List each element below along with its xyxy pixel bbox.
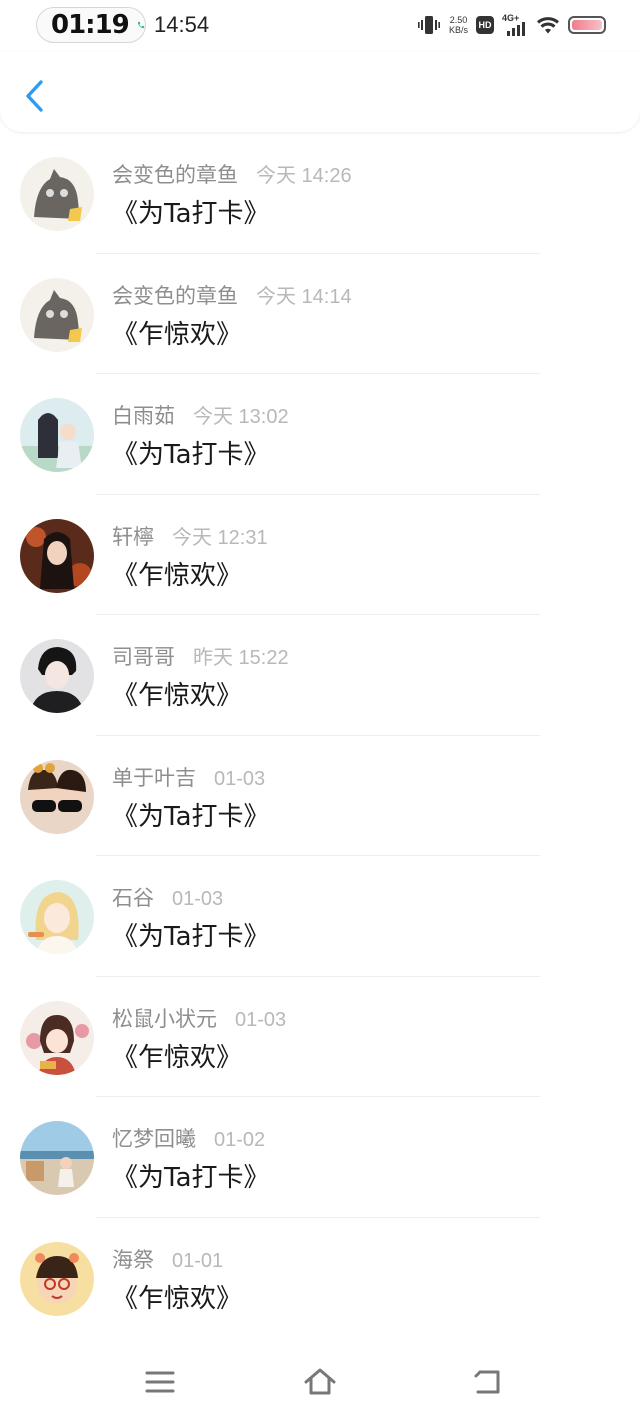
list-item[interactable]: 司哥哥 昨天 15:22 《乍惊欢》 xyxy=(0,615,640,736)
avatar[interactable] xyxy=(20,1121,94,1195)
message-time: 01-01 xyxy=(172,1249,224,1272)
message-time: 今天 13:02 xyxy=(193,406,289,428)
back-icon[interactable] xyxy=(470,1364,506,1400)
avatar[interactable] xyxy=(20,157,94,231)
sender-name: 忆梦回曦 xyxy=(112,1127,196,1151)
message-text: 《为Ta打卡》 xyxy=(112,199,270,229)
list-item[interactable]: 会变色的章鱼 今天 14:26 《为Ta打卡》 xyxy=(0,133,640,254)
message-time: 昨天 15:22 xyxy=(193,647,289,669)
list-item[interactable]: 会变色的章鱼 今天 14:14 《乍惊欢》 xyxy=(0,254,640,374)
hd-icon: HD xyxy=(476,16,494,34)
list-item[interactable]: 石谷 01-03 《为Ta打卡》 xyxy=(0,856,640,977)
menu-icon[interactable] xyxy=(142,1364,178,1400)
message-text: 《为Ta打卡》 xyxy=(112,801,270,832)
message-text: 《为Ta打卡》 xyxy=(112,922,270,952)
list-item[interactable]: 松鼠小状元 01-03 《乍惊欢》 xyxy=(0,977,640,1097)
sender-name: 海祭 xyxy=(112,1247,154,1272)
sender-name: 会变色的章鱼 xyxy=(112,163,238,187)
status-bar: 01:19 14:54 2.50 KB/s HD 4G+ xyxy=(0,0,640,52)
message-text: 《乍惊欢》 xyxy=(112,560,243,591)
avatar[interactable] xyxy=(20,518,94,593)
message-time: 01-03 xyxy=(235,1008,287,1031)
message-time: 今天 14:14 xyxy=(256,285,352,308)
message-time: 今天 12:31 xyxy=(172,526,268,549)
home-icon[interactable] xyxy=(302,1364,338,1400)
system-nav-bar xyxy=(0,1342,640,1422)
wifi-icon xyxy=(537,17,559,34)
message-time: 01-03 xyxy=(172,888,224,910)
sender-name: 白雨茹 xyxy=(112,404,175,428)
message-text: 《乍惊欢》 xyxy=(112,1042,243,1073)
avatar[interactable] xyxy=(20,639,94,713)
vibrate-icon xyxy=(417,16,440,34)
avatar[interactable] xyxy=(20,1241,94,1316)
sender-name: 单于叶吉 xyxy=(112,765,196,790)
list-item[interactable]: 海祭 01-01 《乍惊欢》 xyxy=(0,1218,640,1339)
message-time: 01-03 xyxy=(214,767,266,790)
header-bar xyxy=(0,52,640,132)
net-speed-value: 2.50 xyxy=(449,15,468,25)
call-timer-pill[interactable]: 01:19 xyxy=(36,7,146,43)
system-icons: 2.50 KB/s HD 4G+ xyxy=(417,12,606,38)
cellular-signal-icon: 4G+ xyxy=(502,13,528,36)
list-item[interactable]: 轩檸 今天 12:31 《乍惊欢》 xyxy=(0,495,640,615)
chevron-left-icon[interactable] xyxy=(20,78,50,114)
sender-name: 轩檸 xyxy=(112,524,154,549)
message-time: 今天 14:26 xyxy=(256,165,352,187)
clock: 14:54 xyxy=(154,12,210,37)
net-speed: 2.50 KB/s xyxy=(449,15,468,35)
avatar[interactable] xyxy=(20,398,94,472)
sender-name: 松鼠小状元 xyxy=(112,1006,217,1031)
sender-name: 司哥哥 xyxy=(112,645,175,669)
message-text: 《乍惊欢》 xyxy=(112,319,243,350)
avatar[interactable] xyxy=(20,759,94,834)
avatar[interactable] xyxy=(20,880,94,954)
avatar[interactable] xyxy=(20,1000,94,1075)
list-item[interactable]: 白雨茹 今天 13:02 《为Ta打卡》 xyxy=(0,374,640,495)
message-text: 《为Ta打卡》 xyxy=(112,1163,270,1193)
phone-icon xyxy=(137,21,144,29)
avatar[interactable] xyxy=(20,277,94,352)
list-item[interactable]: 忆梦回曦 01-02 《为Ta打卡》 xyxy=(0,1097,640,1218)
call-timer: 01:19 xyxy=(51,10,130,40)
message-time: 01-02 xyxy=(214,1129,266,1151)
message-text: 《乍惊欢》 xyxy=(112,1283,243,1314)
net-speed-unit: KB/s xyxy=(448,25,468,35)
message-text: 《乍惊欢》 xyxy=(112,681,243,711)
battery-icon xyxy=(568,16,606,34)
message-list: 会变色的章鱼 今天 14:26 《为Ta打卡》 会变色的章鱼 今天 14:14 … xyxy=(0,133,640,1338)
sender-name: 会变色的章鱼 xyxy=(112,283,238,308)
list-item[interactable]: 单于叶吉 01-03 《为Ta打卡》 xyxy=(0,736,640,856)
message-text: 《为Ta打卡》 xyxy=(112,440,270,470)
sender-name: 石谷 xyxy=(112,886,154,910)
